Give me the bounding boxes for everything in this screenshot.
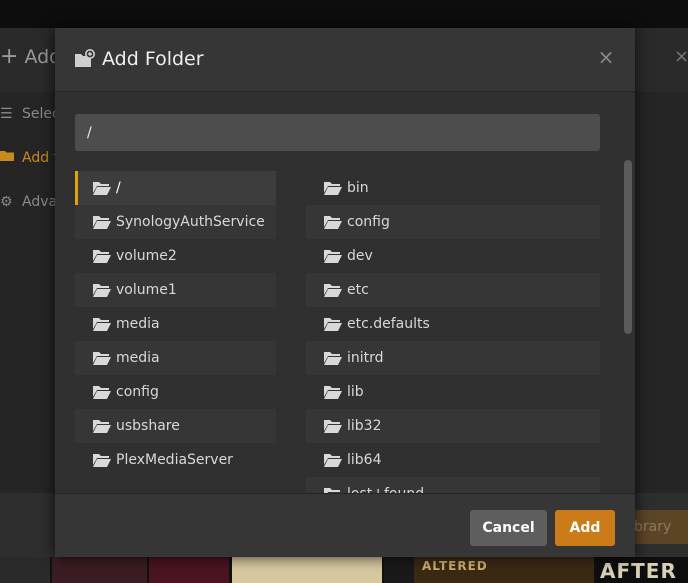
folder-label: usbshare bbox=[116, 418, 180, 434]
folder-open-icon bbox=[324, 182, 342, 195]
folder-add-icon bbox=[75, 49, 95, 69]
folder-open-icon bbox=[324, 420, 342, 433]
folder-open-icon bbox=[93, 454, 111, 467]
poster-title: AFTER bbox=[600, 559, 677, 583]
folder-item[interactable]: config bbox=[75, 375, 276, 409]
folder-open-icon bbox=[324, 216, 342, 229]
folder-item[interactable]: SynologyAuthService bbox=[75, 205, 276, 239]
background-close-icon[interactable]: × bbox=[674, 46, 688, 67]
child-folder-list: bin config dev etc etc.defaults initrd l… bbox=[306, 171, 600, 493]
background-nav-item-select[interactable]: ☰ Selec bbox=[0, 106, 60, 122]
folder-item[interactable]: initrd bbox=[306, 341, 600, 375]
folder-item[interactable]: config bbox=[306, 205, 600, 239]
folder-label: media bbox=[116, 350, 160, 366]
folder-open-icon bbox=[93, 352, 111, 365]
folder-open-icon bbox=[324, 250, 342, 263]
folder-icon bbox=[0, 150, 16, 166]
folder-label: etc.defaults bbox=[347, 316, 430, 332]
folder-label: / bbox=[116, 180, 121, 196]
poster: ALTERED bbox=[414, 557, 594, 583]
poster bbox=[232, 557, 382, 583]
folder-open-icon bbox=[324, 454, 342, 467]
folder-label: volume2 bbox=[116, 248, 177, 264]
folder-item[interactable]: lib bbox=[306, 375, 600, 409]
add-folder-dialog: Add Folder × / SynologyAuthService volum… bbox=[55, 28, 635, 557]
folder-open-icon bbox=[324, 386, 342, 399]
folder-open-icon bbox=[93, 386, 111, 399]
folder-label: config bbox=[347, 214, 390, 230]
folder-item[interactable]: bin bbox=[306, 171, 600, 205]
folder-item[interactable]: lib32 bbox=[306, 409, 600, 443]
parent-folder-list: / SynologyAuthService volume2 volume1 me… bbox=[75, 171, 276, 477]
folder-item[interactable]: usbshare bbox=[75, 409, 276, 443]
folder-label: media bbox=[116, 316, 160, 332]
folder-item[interactable]: PlexMediaServer bbox=[75, 443, 276, 477]
list-icon: ☰ bbox=[0, 106, 13, 122]
folder-open-icon bbox=[324, 284, 342, 297]
folder-label: volume1 bbox=[116, 282, 177, 298]
dialog-title: Add Folder bbox=[102, 48, 204, 70]
folder-label: config bbox=[116, 384, 159, 400]
folder-item[interactable]: media bbox=[75, 307, 276, 341]
gear-icon: ⚙ bbox=[0, 194, 13, 210]
folder-open-icon bbox=[93, 182, 111, 195]
folder-label: lib bbox=[347, 384, 364, 400]
folder-item[interactable]: / bbox=[75, 171, 276, 205]
poster bbox=[0, 557, 50, 583]
folder-label: SynologyAuthService bbox=[116, 214, 265, 230]
folder-label: lost+found bbox=[347, 477, 424, 493]
top-bar bbox=[0, 0, 688, 28]
poster bbox=[384, 557, 414, 583]
folder-open-icon bbox=[93, 284, 111, 297]
folder-label: lib32 bbox=[347, 418, 382, 434]
folder-item[interactable]: volume2 bbox=[75, 239, 276, 273]
folder-open-icon bbox=[93, 216, 111, 229]
scrollbar[interactable] bbox=[624, 160, 632, 334]
dialog-header: Add Folder × bbox=[55, 28, 635, 92]
poster-strip: ALTERED AFTER bbox=[0, 557, 688, 583]
dialog-footer: Cancel Add bbox=[55, 493, 635, 557]
folder-open-icon bbox=[93, 420, 111, 433]
folder-label: dev bbox=[347, 248, 373, 264]
folder-item[interactable]: lib64 bbox=[306, 443, 600, 477]
add-button[interactable]: Add bbox=[555, 510, 615, 546]
folder-label: bin bbox=[347, 180, 369, 196]
plus-icon: + bbox=[0, 44, 19, 69]
dialog-body: / SynologyAuthService volume2 volume1 me… bbox=[55, 92, 635, 493]
poster bbox=[149, 557, 229, 583]
folder-item[interactable]: media bbox=[75, 341, 276, 375]
folder-item[interactable]: volume1 bbox=[75, 273, 276, 307]
poster bbox=[52, 557, 147, 583]
folder-item[interactable]: lost+found bbox=[306, 477, 600, 493]
folder-path-input[interactable] bbox=[75, 114, 600, 151]
close-icon[interactable]: × bbox=[597, 46, 615, 68]
folder-open-icon bbox=[93, 318, 111, 331]
folder-item[interactable]: etc bbox=[306, 273, 600, 307]
cancel-button[interactable]: Cancel bbox=[470, 510, 547, 546]
background-nav-item-add-folder[interactable]: Add f bbox=[0, 150, 58, 166]
folder-label: initrd bbox=[347, 350, 384, 366]
folder-label: PlexMediaServer bbox=[116, 452, 233, 468]
poster: AFTER bbox=[596, 557, 688, 583]
folder-item[interactable]: etc.defaults bbox=[306, 307, 600, 341]
folder-label: lib64 bbox=[347, 452, 382, 468]
folder-label: etc bbox=[347, 282, 369, 298]
folder-open-icon bbox=[93, 250, 111, 263]
folder-open-icon bbox=[324, 352, 342, 365]
folder-item[interactable]: dev bbox=[306, 239, 600, 273]
folder-open-icon bbox=[324, 318, 342, 331]
poster-title: ALTERED bbox=[422, 559, 488, 573]
background-nav-item-advanced[interactable]: ⚙ Adva bbox=[0, 194, 57, 210]
background-dialog-title: + Add bbox=[0, 44, 62, 69]
